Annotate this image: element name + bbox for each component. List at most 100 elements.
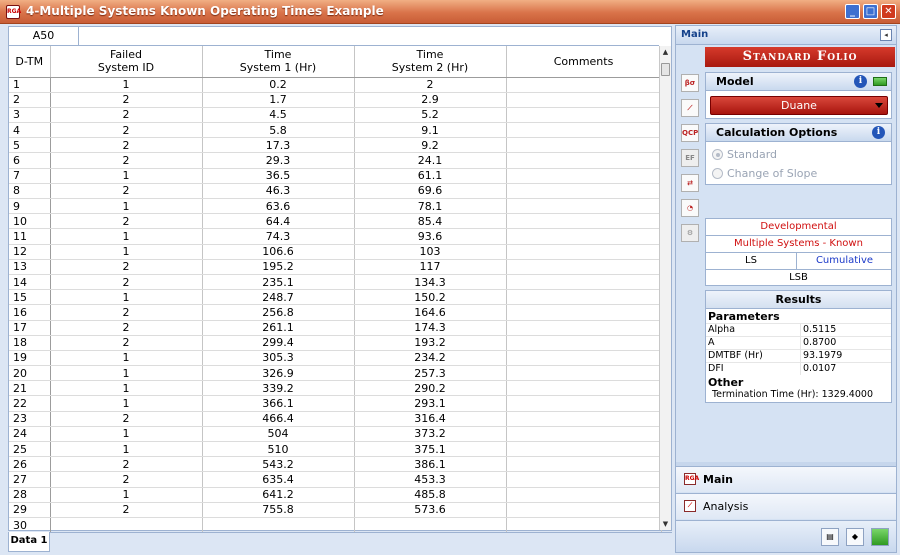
formula-bar[interactable] bbox=[79, 27, 659, 46]
row-number[interactable]: 4 bbox=[9, 122, 51, 139]
table-cell[interactable]: 93.6 bbox=[354, 228, 507, 245]
row-number[interactable]: 28 bbox=[9, 487, 51, 503]
table-cell[interactable] bbox=[506, 502, 662, 518]
column-header[interactable]: Time System 1 (Hr) bbox=[202, 46, 355, 78]
row-number[interactable]: 25 bbox=[9, 441, 51, 458]
row-number[interactable]: 10 bbox=[9, 213, 51, 230]
table-cell[interactable]: 63.6 bbox=[202, 198, 355, 215]
table-cell[interactable] bbox=[506, 92, 662, 108]
minimize-button[interactable]: _ bbox=[845, 4, 860, 19]
table-cell[interactable] bbox=[506, 228, 662, 245]
table-cell[interactable]: 293.1 bbox=[354, 395, 507, 412]
table-cell[interactable]: 36.5 bbox=[202, 168, 355, 184]
table-cell[interactable] bbox=[506, 274, 662, 291]
table-cell[interactable]: 85.4 bbox=[354, 213, 507, 230]
table-cell[interactable]: 386.1 bbox=[354, 456, 507, 473]
info-icon[interactable]: i bbox=[854, 75, 867, 88]
table-cell[interactable]: 299.4 bbox=[202, 335, 355, 351]
row-number[interactable]: 16 bbox=[9, 304, 51, 321]
row-number[interactable]: 22 bbox=[9, 395, 51, 412]
model-dropdown[interactable]: Duane bbox=[710, 96, 888, 115]
calculate-icon[interactable] bbox=[871, 528, 889, 546]
table-cell[interactable]: 74.3 bbox=[202, 228, 355, 245]
table-cell[interactable]: 2 bbox=[50, 92, 203, 108]
table-cell[interactable]: 755.8 bbox=[202, 502, 355, 518]
table-cell[interactable]: 305.3 bbox=[202, 350, 355, 367]
table-cell[interactable]: 375.1 bbox=[354, 441, 507, 458]
table-cell[interactable]: 17.3 bbox=[202, 137, 355, 154]
table-cell[interactable]: 2 bbox=[50, 183, 203, 200]
table-cell[interactable]: 641.2 bbox=[202, 487, 355, 503]
row-number[interactable]: 30 bbox=[9, 517, 51, 533]
table-cell[interactable]: 453.3 bbox=[354, 471, 507, 488]
table-cell[interactable] bbox=[506, 152, 662, 169]
row-number[interactable]: 2 bbox=[9, 92, 51, 108]
row-number[interactable]: 13 bbox=[9, 259, 51, 275]
table-cell[interactable]: 2 bbox=[50, 502, 203, 518]
table-cell[interactable]: 2 bbox=[354, 77, 507, 93]
table-cell[interactable]: 2 bbox=[50, 320, 203, 336]
qcp-icon[interactable]: QCP bbox=[681, 124, 699, 142]
row-number[interactable]: 15 bbox=[9, 289, 51, 306]
table-cell[interactable]: 1 bbox=[50, 365, 203, 382]
table-cell[interactable]: 174.3 bbox=[354, 320, 507, 336]
wizard-icon[interactable]: ◆ bbox=[846, 528, 864, 546]
table-cell[interactable]: 0.2 bbox=[202, 77, 355, 93]
table-cell[interactable] bbox=[506, 213, 662, 230]
table-cell[interactable] bbox=[506, 304, 662, 321]
table-cell[interactable] bbox=[50, 517, 203, 533]
table-cell[interactable] bbox=[506, 426, 662, 443]
row-number[interactable]: 8 bbox=[9, 183, 51, 200]
table-cell[interactable]: 1.7 bbox=[202, 92, 355, 108]
gauge-icon[interactable]: ◔ bbox=[681, 199, 699, 217]
table-cell[interactable]: 2 bbox=[50, 335, 203, 351]
row-number[interactable]: 1 bbox=[9, 77, 51, 93]
table-cell[interactable]: 2 bbox=[50, 137, 203, 154]
nav-main[interactable]: RGA Main bbox=[676, 466, 896, 492]
nav-analysis[interactable]: ⟋ Analysis bbox=[676, 493, 896, 519]
column-header[interactable]: Failed System ID bbox=[50, 46, 203, 78]
row-number[interactable]: 18 bbox=[9, 335, 51, 351]
table-cell[interactable]: 235.1 bbox=[202, 274, 355, 291]
method-ls[interactable]: LS bbox=[706, 253, 797, 269]
table-cell[interactable]: 46.3 bbox=[202, 183, 355, 200]
scroll-down-icon[interactable]: ▼ bbox=[660, 518, 671, 530]
table-cell[interactable]: 366.1 bbox=[202, 395, 355, 412]
table-cell[interactable]: 1 bbox=[50, 289, 203, 306]
pin-icon[interactable]: ◂ bbox=[880, 29, 892, 41]
table-cell[interactable]: 485.8 bbox=[354, 487, 507, 503]
table-cell[interactable]: 1 bbox=[50, 244, 203, 260]
table-cell[interactable] bbox=[506, 183, 662, 200]
beta-sigma-icon[interactable]: βσ bbox=[681, 74, 699, 92]
table-cell[interactable]: 1 bbox=[50, 228, 203, 245]
table-cell[interactable] bbox=[506, 320, 662, 336]
table-cell[interactable] bbox=[506, 137, 662, 154]
column-header[interactable]: D-TM bbox=[9, 46, 51, 78]
table-cell[interactable]: 9.1 bbox=[354, 122, 507, 139]
table-cell[interactable]: 2.9 bbox=[354, 92, 507, 108]
transfer-icon[interactable]: ⇄ bbox=[681, 174, 699, 192]
table-cell[interactable] bbox=[506, 395, 662, 412]
table-cell[interactable]: 543.2 bbox=[202, 456, 355, 473]
cell-reference-box[interactable]: A50 bbox=[9, 27, 79, 46]
table-cell[interactable]: 2 bbox=[50, 107, 203, 124]
row-number[interactable]: 23 bbox=[9, 411, 51, 427]
row-number[interactable]: 3 bbox=[9, 107, 51, 124]
table-cell[interactable] bbox=[506, 517, 662, 533]
table-cell[interactable]: 5.8 bbox=[202, 122, 355, 139]
row-number[interactable]: 17 bbox=[9, 320, 51, 336]
table-cell[interactable] bbox=[506, 77, 662, 93]
table-cell[interactable]: 2 bbox=[50, 152, 203, 169]
table-cell[interactable]: 373.2 bbox=[354, 426, 507, 443]
info-icon[interactable]: i bbox=[872, 126, 885, 139]
table-cell[interactable]: 69.6 bbox=[354, 183, 507, 200]
row-number[interactable]: 14 bbox=[9, 274, 51, 291]
table-cell[interactable]: 2 bbox=[50, 411, 203, 427]
radio-change-of-slope[interactable]: Change of Slope bbox=[712, 167, 817, 181]
table-cell[interactable]: 64.4 bbox=[202, 213, 355, 230]
table-cell[interactable]: 134.3 bbox=[354, 274, 507, 291]
table-cell[interactable]: 106.6 bbox=[202, 244, 355, 260]
table-cell[interactable] bbox=[506, 168, 662, 184]
vertical-scrollbar[interactable]: ▲ ▼ bbox=[659, 46, 671, 530]
scroll-up-icon[interactable]: ▲ bbox=[660, 46, 671, 58]
